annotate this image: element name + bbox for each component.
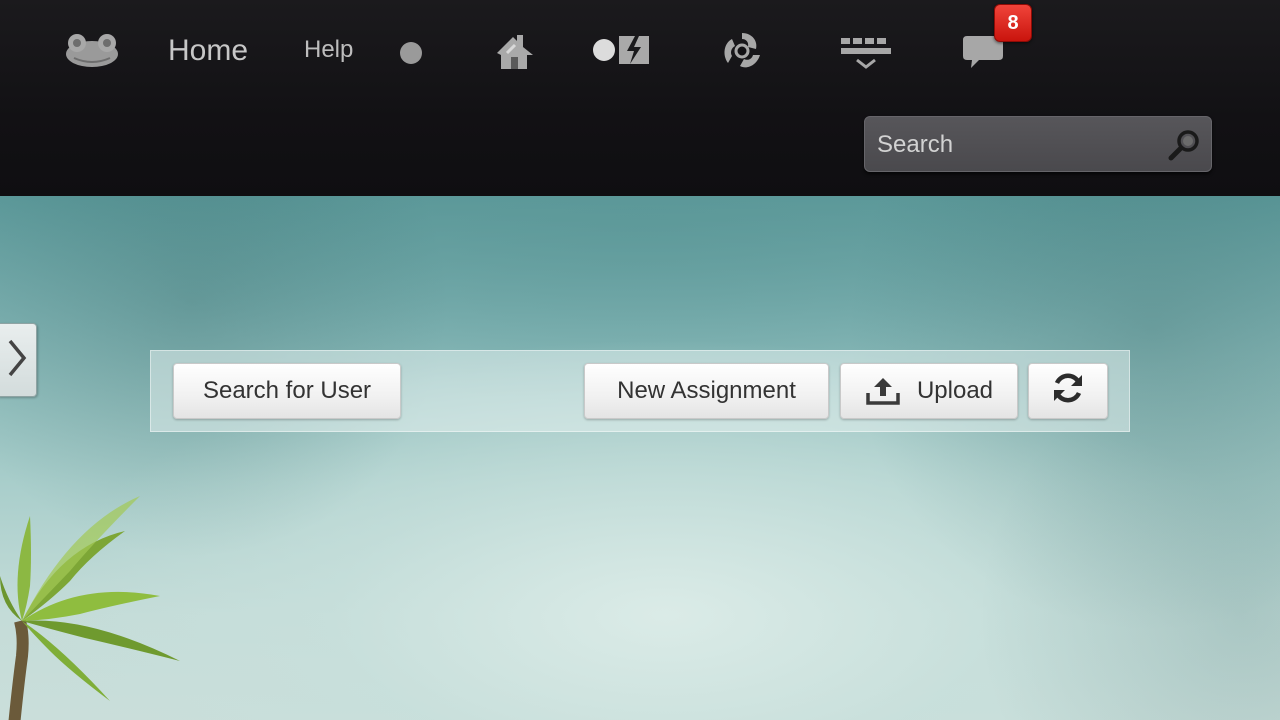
- refresh-button[interactable]: [1028, 363, 1108, 419]
- notification-badge[interactable]: 8: [994, 4, 1032, 42]
- main-content-area: Search for User New Assignment Upload: [0, 196, 1280, 720]
- chevron-right-icon: [6, 338, 28, 383]
- apps-icon[interactable]: [590, 30, 654, 70]
- sidebar-toggle-button[interactable]: [0, 323, 37, 397]
- spinner-icon[interactable]: [718, 28, 766, 74]
- new-assignment-label: New Assignment: [617, 377, 796, 404]
- frog-logo-icon[interactable]: [62, 30, 122, 72]
- search-for-user-label: Search for User: [202, 377, 372, 404]
- upload-label: Upload: [916, 377, 994, 404]
- search-input[interactable]: [875, 125, 1159, 165]
- search-box: [864, 116, 1212, 172]
- upload-icon: [865, 376, 901, 406]
- assignment-toolbar: Search for User New Assignment Upload: [150, 350, 1130, 432]
- top-navigation-bar: Home Help 8 Search: [0, 0, 1280, 196]
- refresh-icon: [1051, 371, 1085, 412]
- search-icon[interactable]: [1165, 127, 1203, 163]
- upload-button[interactable]: Upload: [840, 363, 1018, 419]
- nav-home-link[interactable]: Home: [168, 32, 248, 70]
- house-icon[interactable]: [492, 30, 538, 72]
- palm-tree-decoration: [0, 486, 190, 720]
- dot-icon[interactable]: [398, 40, 424, 66]
- keyboard-icon[interactable]: [838, 32, 894, 72]
- search-for-user-button[interactable]: Search for User: [173, 363, 401, 419]
- nav-help-link[interactable]: Help: [304, 33, 353, 67]
- new-assignment-button[interactable]: New Assignment: [584, 363, 829, 419]
